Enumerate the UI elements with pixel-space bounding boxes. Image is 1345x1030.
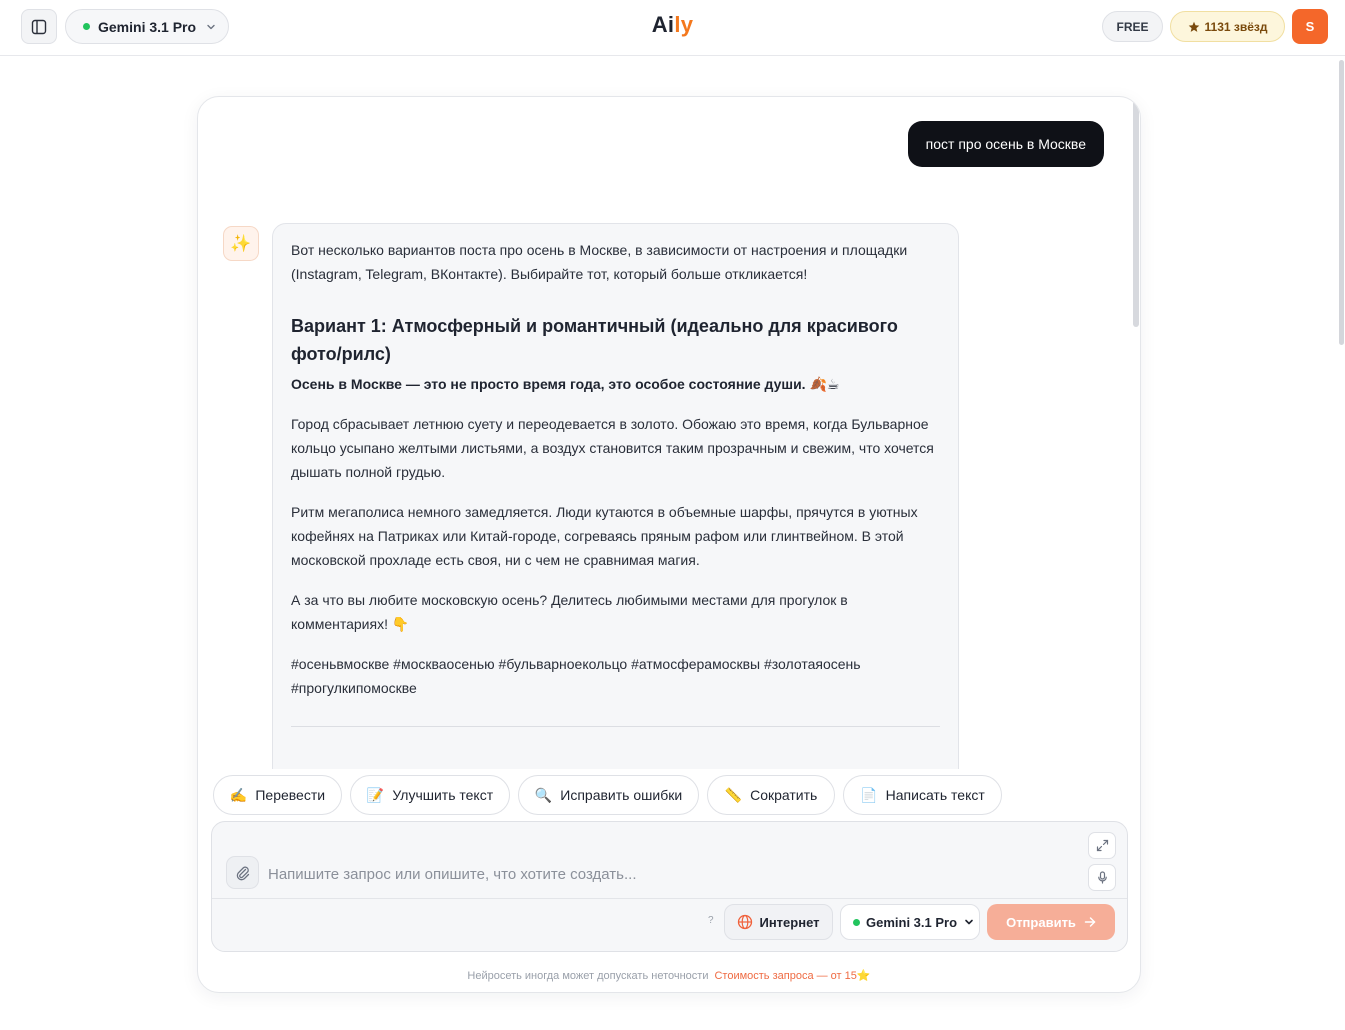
internet-label: Интернет: [759, 914, 820, 930]
chevron-down-icon: [965, 919, 973, 925]
help-mark[interactable]: ?: [708, 915, 714, 926]
microphone-icon: [1097, 871, 1107, 884]
user-message-bubble: пост про осень в Москве: [907, 121, 1104, 167]
composer: ? Интернет Gemini 3.1 Pro Отправить: [211, 821, 1128, 952]
quick-action-fix-errors[interactable]: 🔍 Исправить ошибки: [518, 775, 699, 815]
quick-action-label: Сократить: [750, 787, 818, 803]
response-heading: Вариант 1: Атмосферный и романтичный (ид…: [291, 316, 898, 364]
response-intro: Вот несколько вариантов поста про осень …: [291, 242, 908, 282]
voice-input-button[interactable]: [1088, 864, 1116, 891]
ai-avatar: ✨: [223, 226, 259, 261]
prompt-input[interactable]: [268, 860, 1068, 888]
memo-icon: 📝: [366, 786, 385, 803]
magnifier-icon: 🔍: [534, 786, 553, 803]
response-paragraph: Город сбрасывает летнюю суету и переодев…: [291, 416, 934, 480]
composer-model-label: Gemini 3.1 Pro: [866, 914, 958, 930]
response-divider: [291, 726, 940, 727]
ruler-icon: 📏: [724, 786, 743, 803]
logo-text-primary: Ai: [651, 12, 675, 37]
arrow-right-icon: [1084, 917, 1096, 927]
plan-badge[interactable]: FREE: [1102, 11, 1163, 42]
quick-action-label: Исправить ошибки: [560, 787, 683, 803]
stars-balance-badge[interactable]: 1131 звёзд: [1170, 11, 1285, 42]
quick-action-label: Улучшить текст: [392, 787, 494, 803]
user-avatar[interactable]: S: [1292, 9, 1328, 44]
page-scrollbar[interactable]: [1339, 60, 1344, 345]
quick-action-shorten[interactable]: 📏 Сократить: [707, 775, 835, 815]
document-icon: 📄: [860, 786, 878, 803]
response-hashtags: #осеньвмоскве #москваосенью #бульварноек…: [291, 656, 861, 696]
chat-scrollbar[interactable]: [1133, 101, 1139, 327]
message-list: пост про осень в Москве ✨ Вот несколько …: [198, 97, 1140, 769]
quick-action-translate[interactable]: ✍️ Перевести: [213, 775, 342, 815]
writing-hand-icon: ✍️: [229, 786, 248, 803]
user-message-text: пост про осень в Москве: [925, 136, 1086, 152]
response-paragraph: Ритм мегаполиса немного замедляется. Люд…: [291, 504, 918, 568]
quick-action-label: Написать текст: [885, 787, 985, 803]
sparkles-icon: ✨: [230, 233, 252, 253]
composer-model-dropdown[interactable]: Gemini 3.1 Pro: [840, 904, 980, 940]
paperclip-icon: [236, 866, 249, 880]
internet-toggle-button[interactable]: Интернет: [724, 904, 833, 940]
attach-button[interactable]: [226, 856, 259, 889]
disclaimer-text: Нейросеть иногда может допускать неточно…: [467, 970, 709, 982]
composer-divider: [212, 898, 1127, 899]
stars-count: 1131 звёзд: [1204, 19, 1268, 34]
expand-icon: [1096, 839, 1108, 852]
footer-disclaimer: Нейросеть иногда может допускать неточно…: [198, 969, 1140, 982]
response-lead: Осень в Москве — это не просто время год…: [291, 376, 840, 392]
quick-action-improve[interactable]: 📝 Улучшить текст: [350, 775, 510, 815]
send-label: Отправить: [1006, 914, 1076, 930]
send-button[interactable]: Отправить: [987, 904, 1115, 940]
status-dot-icon: [853, 918, 860, 926]
chat-panel: пост про осень в Москве ✨ Вот несколько …: [197, 96, 1141, 993]
star-icon: [1188, 21, 1199, 32]
quick-action-label: Перевести: [255, 787, 326, 803]
expand-button[interactable]: [1088, 832, 1116, 859]
request-cost-link[interactable]: Стоимость запроса — от 15⭐: [714, 970, 870, 982]
ai-message-bubble: Вот несколько вариантов поста про осень …: [272, 223, 959, 769]
top-bar: Gemini 3.1 Pro Aily FREE 1131 звёзд S: [0, 0, 1345, 56]
response-paragraph: А за что вы любите московскую осень? Дел…: [291, 592, 848, 632]
logo-text-accent: ly: [674, 12, 694, 37]
quick-action-write[interactable]: 📄 Написать текст: [843, 775, 1002, 815]
globe-icon: [738, 914, 753, 930]
